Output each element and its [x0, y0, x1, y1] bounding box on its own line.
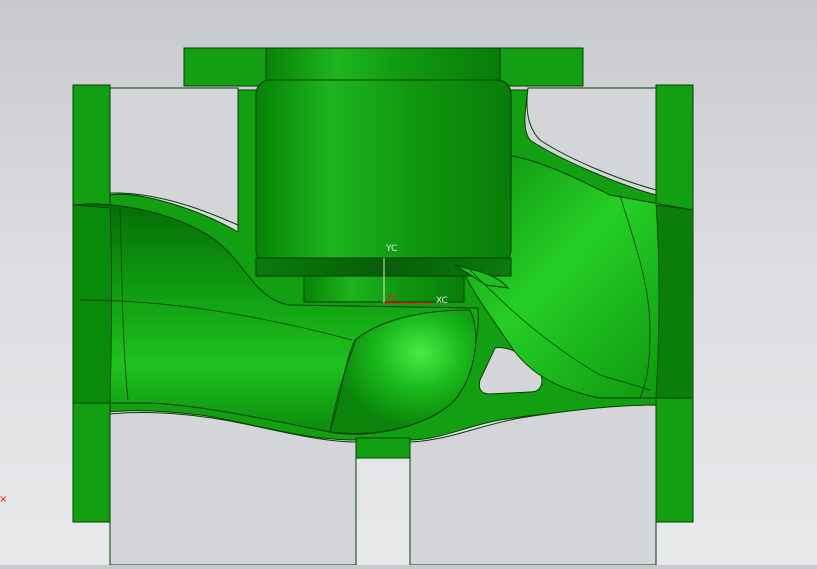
- y-axis-label: YC: [385, 244, 397, 254]
- right-bore-shadow: [655, 204, 694, 399]
- left-bore-shadow: [72, 204, 112, 404]
- origin-marker: ×: [0, 494, 8, 505]
- x-axis-label: XC: [436, 296, 448, 306]
- graphics-viewport[interactable]: YC XC ZC: [0, 0, 817, 566]
- z-axis-label: ZC: [386, 294, 398, 304]
- valve-model[interactable]: YC XC ZC: [0, 0, 817, 566]
